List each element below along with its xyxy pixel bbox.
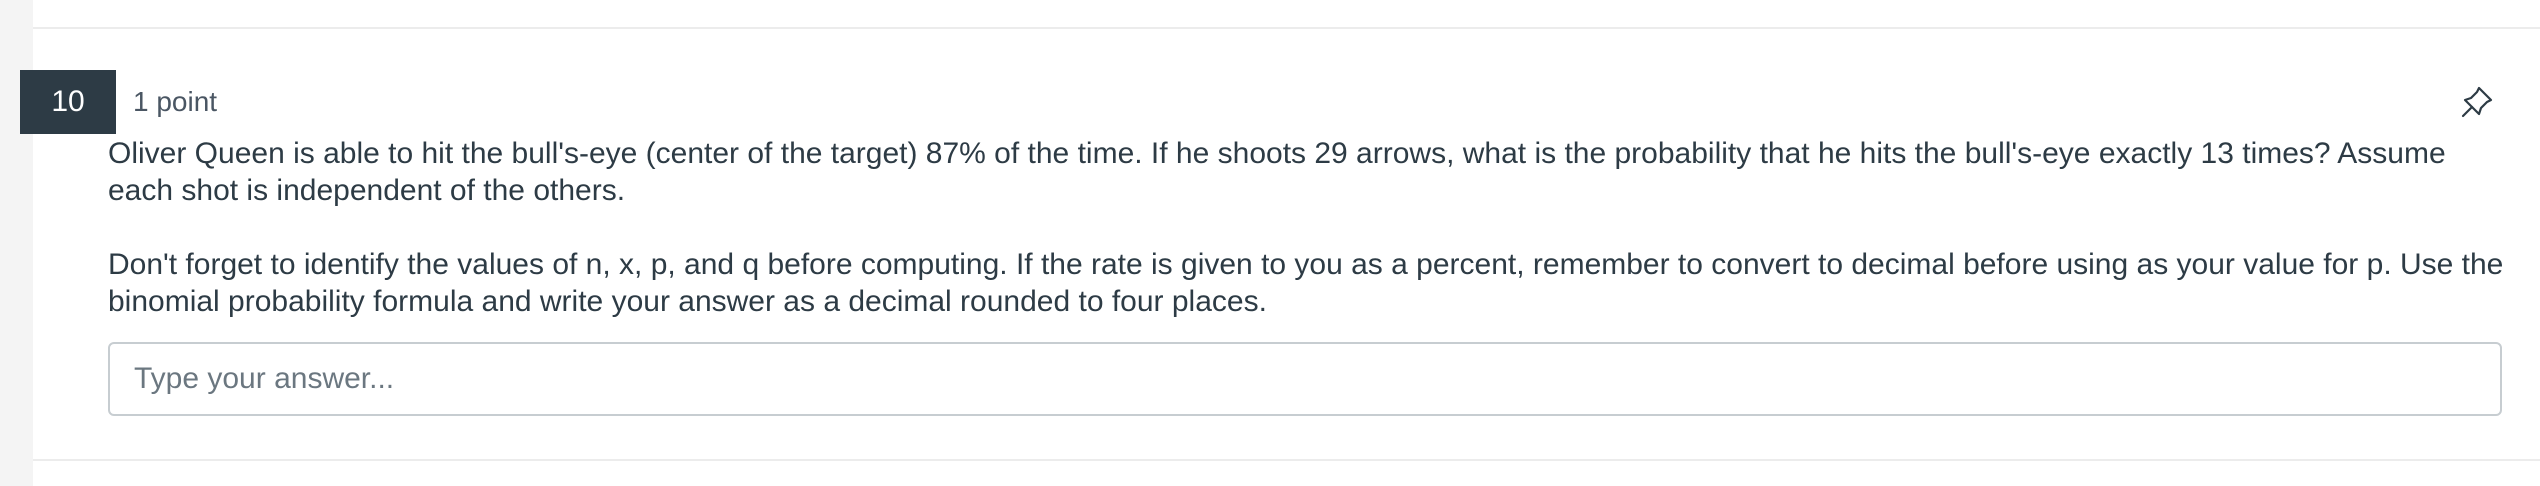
- bottom-divider: [33, 459, 2540, 461]
- question-paragraph-2: Don't forget to identify the values of n…: [108, 248, 2504, 318]
- answer-input[interactable]: [108, 342, 2502, 416]
- pin-icon[interactable]: [2457, 82, 2497, 122]
- top-divider: [33, 27, 2540, 29]
- question-paragraph-1: Oliver Queen is able to hit the bull's-e…: [108, 137, 2446, 207]
- question-text: Oliver Queen is able to hit the bull's-e…: [108, 135, 2508, 320]
- question-points: 1 point: [133, 86, 218, 117]
- question-number-badge: 10: [20, 70, 116, 134]
